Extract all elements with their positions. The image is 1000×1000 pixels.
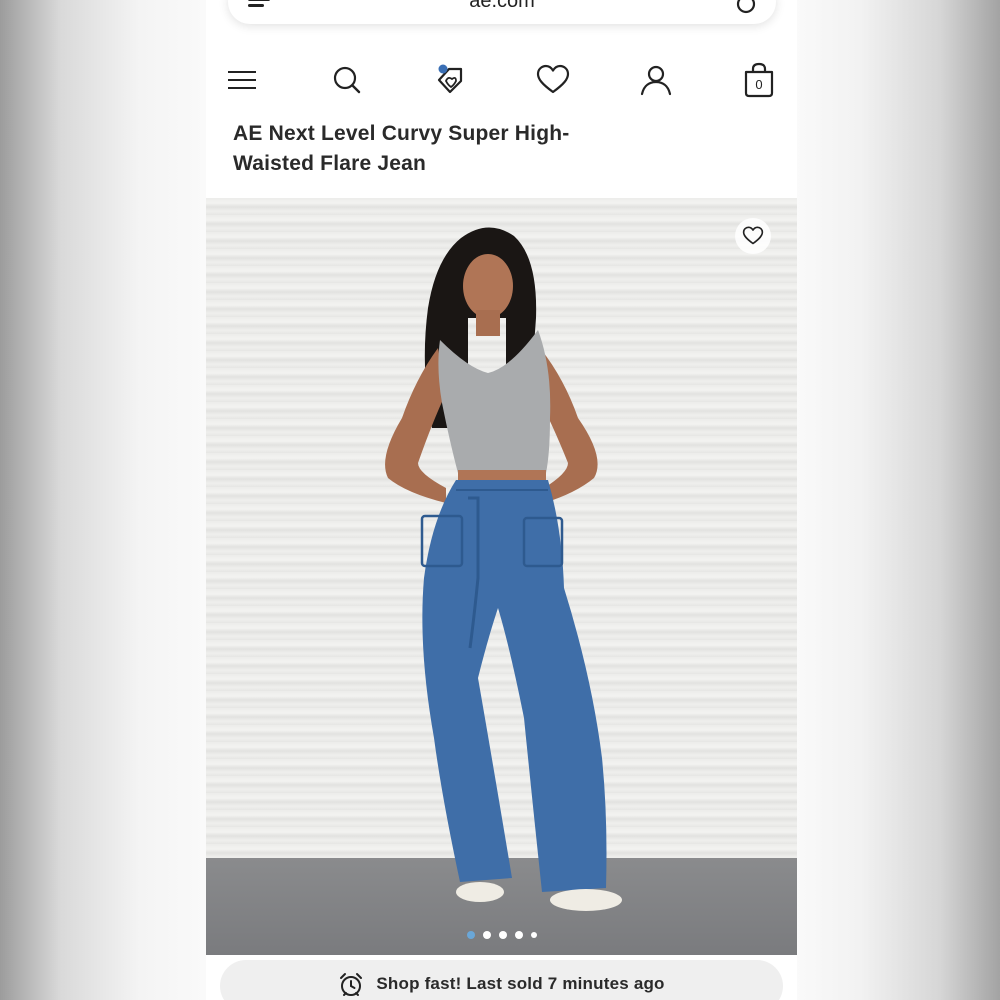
product-title: AE Next Level Curvy Super High- Waisted … xyxy=(233,119,653,179)
rewards-tag-icon[interactable] xyxy=(430,58,470,102)
site-header-nav: 0 xyxy=(206,58,797,102)
product-title-line2: Waisted Flare Jean xyxy=(233,152,427,175)
carousel-dot-5[interactable] xyxy=(530,932,537,938)
carousel-dot-4[interactable] xyxy=(514,931,523,939)
bag-icon[interactable]: 0 xyxy=(739,58,779,102)
wishlist-heart-icon[interactable] xyxy=(533,58,573,102)
carousel-dot-3[interactable] xyxy=(498,931,507,939)
heart-icon xyxy=(742,226,764,245)
recent-sale-notice: Shop fast! Last sold 7 minutes ago xyxy=(220,960,783,1000)
image-favorite-button[interactable] xyxy=(735,218,771,254)
mobile-page: ae.com 0 AE Next Level Curvy Super High-… xyxy=(206,0,797,1000)
carousel-dot-1[interactable] xyxy=(466,931,475,939)
product-title-line1: AE Next Level Curvy Super High- xyxy=(233,122,570,145)
carousel-pagination xyxy=(206,931,797,939)
browser-url-bar[interactable]: ae.com xyxy=(228,0,776,24)
product-photo-model xyxy=(385,227,622,911)
carousel-dot-2[interactable] xyxy=(482,931,491,939)
bag-count: 0 xyxy=(755,77,762,92)
menu-icon[interactable] xyxy=(222,58,262,102)
reload-icon[interactable] xyxy=(736,0,756,14)
recent-sale-text: Shop fast! Last sold 7 minutes ago xyxy=(376,974,665,993)
alarm-clock-icon xyxy=(340,973,363,996)
search-icon[interactable] xyxy=(327,58,367,102)
product-image-carousel[interactable] xyxy=(206,198,797,955)
url-text[interactable]: ae.com xyxy=(228,0,776,13)
account-icon[interactable] xyxy=(636,58,676,102)
